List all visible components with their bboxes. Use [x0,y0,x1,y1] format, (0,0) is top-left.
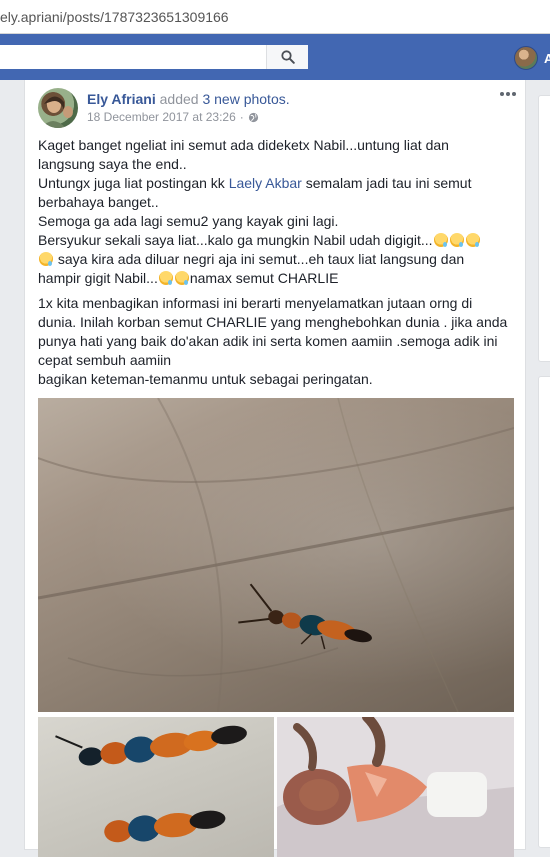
right-sidebar-card [538,376,550,848]
crying-emoji-icon [433,233,448,247]
profile-avatar [514,46,538,70]
post-options-button[interactable] [499,86,519,102]
profile-name: A [544,50,550,66]
url-text[interactable]: ely.apriani/posts/1787323651309166 [0,9,229,25]
more-options-icon [500,92,516,96]
text-segment: namax semut CHARLIE [189,270,339,286]
author-name[interactable]: Ely Afriani [87,91,156,107]
crying-emoji-icon [449,233,464,247]
author-avatar[interactable] [38,88,78,128]
text-line: berbahaya banget.. [38,194,159,210]
text-line: saya kira ada diluar negri aja ini semut… [38,250,514,269]
post-timestamp[interactable]: 18 December 2017 at 23:26 [87,110,236,124]
text-segment: Bersyukur sekali saya liat...kalo ga mun… [38,232,433,248]
profile-shortcut[interactable]: A [514,46,550,70]
text-segment: Untungx juga liat postingan kk [38,175,225,191]
crying-emoji-icon [158,271,173,285]
photos-link[interactable]: 3 new photos. [202,91,289,107]
top-navigation-bar: A [0,34,550,80]
search-icon [280,50,295,64]
post-paragraph: Kaget banget ngeliat ini semut ada didek… [38,136,514,288]
post-action: added [159,91,199,107]
right-sidebar-card [538,95,550,362]
text-segment: saya kira ada diluar negri aja ini semut… [57,251,465,267]
crying-emoji-icon [39,252,53,266]
text-line: Kaget banget ngeliat ini semut ada didek… [38,137,449,153]
post-meta: 18 December 2017 at 23:26 · [87,110,259,124]
post-card: Ely Afriani added 3 new photos. 18 Decem… [24,80,526,857]
crying-emoji-icon [174,271,189,285]
search-button[interactable] [266,45,308,69]
meta-separator: · [239,110,244,124]
beetle-on-hand-image [38,398,514,712]
text-line: hampir gigit Nabil... namax semut CHARLIE [38,269,514,288]
avatar-image [42,96,73,128]
post-paragraph: bagikan keteman-temanmu untuk sebagai pe… [38,371,373,387]
post-body: Kaget banget ngeliat ini semut ada didek… [38,136,514,395]
text-segment: hampir gigit Nabil... [38,270,158,286]
beetle-closeup-image [55,725,247,843]
text-line: langsung saya the end.. [38,156,187,172]
search-input[interactable] [0,45,308,69]
browser-address-bar[interactable]: ely.apriani/posts/1787323651309166 [0,0,550,34]
post-paragraph: 1x kita menbagikan informasi ini berarti… [38,295,508,368]
text-line: Semoga ga ada lagi semu2 yang kayak gini… [38,213,339,229]
text-segment: semalam jadi tau ini semut [305,175,472,191]
tagged-user-link[interactable]: Laely Akbar [229,175,302,191]
infant-photo-image [277,717,514,857]
post-photo-infant[interactable] [277,717,514,857]
post-photo-beetle-closeup[interactable] [38,717,274,857]
crying-emoji-icon [465,233,480,247]
post-header: Ely Afriani added 3 new photos. [87,91,290,107]
text-line: Untungx juga liat postingan kk Laely Akb… [38,174,514,193]
globe-icon[interactable] [248,112,259,123]
post-photo-main[interactable] [38,398,514,712]
text-line: Bersyukur sekali saya liat...kalo ga mun… [38,231,514,250]
